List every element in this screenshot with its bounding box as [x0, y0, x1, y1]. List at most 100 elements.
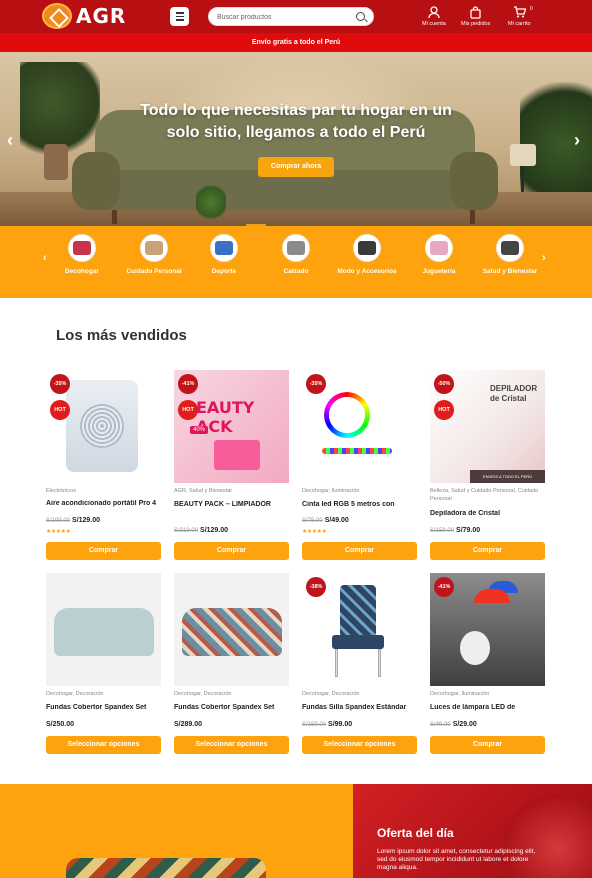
product-name[interactable]: Luces de lámpara LED de	[430, 704, 545, 711]
product-image[interactable]: DEPILADOR de Cristal ENVÍOS A TODO EL PE…	[430, 370, 545, 483]
user-icon	[428, 5, 440, 19]
logo-text: AGR	[76, 4, 127, 28]
hot-badge: HOT	[434, 400, 454, 420]
product-image[interactable]	[174, 573, 289, 686]
led-strip-image	[324, 392, 370, 438]
beauty-pack-image-text: EAUTY ACK	[196, 398, 255, 436]
orders-label: Mis pedidos	[461, 21, 491, 27]
product-card: Decohogar, Decoración Fundas Cobertor Sp…	[174, 573, 289, 755]
product-image[interactable]: -35% HOT	[46, 370, 161, 483]
product-name[interactable]: BEAUTY PACK – LIMPIADOR	[174, 501, 289, 508]
category-prev-icon[interactable]: ‹	[43, 252, 47, 264]
product-category: Decohogar, Decoración	[302, 691, 360, 697]
category-label: Modo y Accesorios	[337, 268, 397, 275]
category-image	[496, 234, 524, 262]
product-card: -35% Decohogar, Iluminación Cinta led RG…	[302, 370, 417, 562]
logo[interactable]: AGR	[42, 3, 126, 29]
category-label: Deporte	[211, 268, 237, 275]
hamburger-icon	[175, 12, 184, 14]
product-card: Decohogar, Decoración Fundas Cobertor Sp…	[46, 573, 161, 755]
hot-badge: HOT	[50, 400, 70, 420]
account-label: Mi cuenta	[422, 21, 446, 27]
product-image[interactable]: EAUTY ACK 40% -41% HOT	[174, 370, 289, 483]
product-name[interactable]: Aire acondicionado portátil Pro 4	[46, 500, 161, 507]
sofa-cover-image	[54, 608, 154, 656]
site-header: AGR Mi cuenta Mis pedidos Mi carrito 0	[0, 0, 592, 33]
category-item-salud-bienestar[interactable]: Salud y Bienestar	[480, 234, 540, 276]
chair-cover-image	[340, 585, 376, 637]
product-name[interactable]: Fundas Cobertor Spandex Set	[46, 704, 161, 711]
category-label: Cuidado Personal	[126, 268, 182, 275]
product-name[interactable]: Fundas Silla Spandex Estándar	[302, 704, 417, 711]
discount-badge: -38%	[306, 577, 326, 597]
product-image[interactable]: -35%	[302, 370, 417, 483]
hero-next-arrow-icon[interactable]: ›	[574, 130, 580, 151]
select-options-button[interactable]: Seleccionar opciones	[174, 736, 289, 754]
discount-badge: -41%	[178, 374, 198, 394]
product-image	[66, 858, 266, 878]
product-name[interactable]: Depiladora de Cristal	[430, 510, 545, 517]
category-item-cuidado-personal[interactable]: Cuidado Personal	[124, 234, 184, 276]
search-icon[interactable]	[356, 12, 365, 21]
product-category: AGR, Salud y Bienestar	[174, 488, 233, 494]
deal-description: Lorem ipsum dolor sit amet, consectetur …	[377, 848, 536, 871]
product-category: Decohogar, Iluminación	[302, 488, 360, 494]
buy-button[interactable]: Comprar	[302, 542, 417, 560]
category-item-calzado[interactable]: Calzado	[266, 234, 326, 276]
discount-badge: -35%	[50, 374, 70, 394]
product-card: -38% Decohogar, Decoración Fundas Silla …	[302, 573, 417, 755]
product-price: S/199.00 S/129.00	[46, 517, 101, 524]
product-price: S/250.00	[46, 721, 75, 728]
hero-title: Todo lo que necesitas par tu hogar en un…	[140, 102, 452, 141]
bag-icon	[470, 5, 481, 19]
shop-now-button[interactable]: Comprar ahora	[258, 157, 334, 177]
product-image[interactable]	[46, 573, 161, 686]
cart-count-badge: 0	[530, 6, 533, 12]
buy-button[interactable]: Comprar	[430, 542, 545, 560]
cart-icon	[513, 5, 526, 19]
account-link[interactable]: Mi cuenta	[422, 5, 446, 27]
product-name[interactable]: Fundas Cobertor Spandex Set	[174, 704, 289, 711]
product-image[interactable]: -38%	[302, 573, 417, 686]
hot-badge: HOT	[178, 400, 198, 420]
cart-link[interactable]: Mi carrito	[508, 5, 531, 27]
category-image	[210, 234, 238, 262]
hero-prev-arrow-icon[interactable]: ‹	[7, 130, 13, 151]
rating-stars-icon: ★★★★★	[46, 529, 71, 535]
category-item-deporte[interactable]: Deporte	[194, 234, 254, 276]
product-card: EAUTY ACK 40% -41% HOT AGR, Salud y Bien…	[174, 370, 289, 562]
category-image	[282, 234, 310, 262]
category-item-decohogar[interactable]: Decohogar	[52, 234, 112, 276]
category-item-jugueteria[interactable]: Juguetería	[409, 234, 469, 276]
buy-button[interactable]: Comprar	[174, 542, 289, 560]
menu-button[interactable]	[170, 7, 189, 26]
select-options-button[interactable]: Seleccionar opciones	[302, 736, 417, 754]
buy-button[interactable]: Comprar	[430, 736, 545, 754]
category-next-icon[interactable]: ›	[542, 252, 546, 264]
product-card: -35% HOT Electrónicos Aire acondicionado…	[46, 370, 161, 562]
promo-bar: Envío gratis a todo el Perú	[0, 33, 592, 52]
depilator-image-text: DEPILADOR de Cristal	[490, 384, 538, 403]
product-card: DEPILADOR de Cristal ENVÍOS A TODO EL PE…	[430, 370, 545, 562]
category-label: Decohogar	[65, 268, 99, 275]
product-card: -41% Decorhogar, Iluminación Luces de lá…	[430, 573, 545, 755]
logo-mark-icon	[42, 3, 72, 29]
product-category: Electrónicos	[46, 488, 76, 494]
product-category: Decorhogar, Iluminación	[430, 691, 490, 697]
orders-link[interactable]: Mis pedidos	[461, 5, 490, 27]
sofa-cover-image	[182, 608, 282, 656]
select-options-button[interactable]: Seleccionar opciones	[46, 736, 161, 754]
category-label: Juguetería	[422, 268, 456, 275]
cart-label: Mi carrito	[508, 21, 531, 27]
buy-button[interactable]: Comprar	[46, 542, 161, 560]
product-price: S/319.00 S/129.00	[174, 527, 229, 534]
category-item-modo-accesorios[interactable]: Modo y Accesorios	[337, 234, 397, 276]
product-price: S/159.00 S/99.00	[302, 721, 353, 728]
category-label: Calzado	[283, 268, 309, 275]
product-price: S/159.00 S/79.00	[430, 527, 481, 534]
discount-badge: -50%	[434, 374, 454, 394]
product-name[interactable]: Cinta led RGB 5 metros con	[302, 501, 417, 508]
product-image[interactable]: -41%	[430, 573, 545, 686]
deal-title: Oferta del día	[377, 826, 454, 840]
search-input[interactable]	[217, 10, 347, 24]
